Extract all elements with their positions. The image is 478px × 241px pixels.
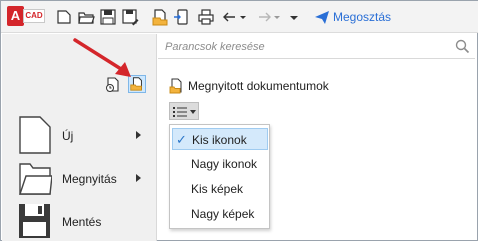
send-icon[interactable] [313, 8, 331, 26]
menu-item-small-images[interactable]: Kis képek [172, 178, 268, 200]
new-file-icon[interactable] [55, 8, 73, 26]
menu-item-small-icons[interactable]: ✓ Kis ikonok [172, 128, 268, 150]
floppy-disk-icon [19, 204, 50, 238]
view-mode-button[interactable] [169, 102, 199, 120]
annotation-arrow-icon [73, 38, 131, 77]
menu-item-label: Nagy képek [191, 207, 255, 221]
app-logo-letter: A [7, 6, 24, 26]
undo-dropdown-icon[interactable] [239, 8, 247, 26]
search-input[interactable] [158, 35, 448, 58]
chevron-down-icon [190, 110, 196, 114]
section-title: Megnyitott dokumentumok [188, 79, 329, 93]
sidebar-item-label: Új [62, 129, 74, 143]
print-icon[interactable] [197, 8, 215, 26]
redo-icon[interactable] [255, 8, 273, 26]
command-search [158, 35, 475, 59]
open-file-icon[interactable] [151, 8, 169, 26]
checkmark-icon: ✓ [176, 132, 187, 147]
submenu-arrow-icon [136, 131, 141, 139]
customize-toolbar-icon[interactable] [289, 8, 299, 26]
menu-item-label: Nagy ikonok [191, 157, 258, 171]
submenu-arrow-icon [136, 174, 141, 182]
sidebar-item-label: Megnyitás [62, 172, 117, 186]
application-window: A CAD Megosztás Új Megnyitás Mentés Para… [0, 0, 478, 241]
list-view-icon [173, 107, 187, 117]
save-as-icon[interactable] [121, 8, 139, 26]
open-documents-icon [169, 78, 182, 94]
menu-item-label: Kis képek [191, 182, 244, 196]
menu-item-large-icons[interactable]: Nagy ikonok [172, 153, 268, 175]
search-icon[interactable] [455, 39, 470, 54]
open-folder-icon[interactable] [77, 8, 95, 26]
share-phone-icon[interactable] [173, 8, 191, 26]
menu-item-large-images[interactable]: Nagy képek [172, 203, 268, 225]
sidebar-item-new[interactable]: Új [18, 115, 158, 155]
application-menu-button[interactable]: A CAD [7, 6, 45, 26]
sidebar-item-save[interactable]: Mentés [18, 201, 158, 241]
redo-dropdown-icon[interactable] [273, 8, 281, 26]
sidebar-item-label: Mentés [62, 215, 102, 229]
share-link[interactable]: Megosztás [333, 10, 391, 24]
quick-access-toolbar: A CAD Megosztás [1, 1, 478, 33]
folder-icon [19, 163, 52, 195]
menu-item-label: Kis ikonok [192, 133, 247, 147]
new-document-icon [19, 116, 51, 154]
view-mode-menu: ✓ Kis ikonok Nagy ikonok Kis képek Nagy … [169, 124, 270, 229]
save-icon[interactable] [99, 8, 117, 26]
sidebar-item-open[interactable]: Megnyitás [18, 158, 158, 198]
undo-icon[interactable] [221, 8, 239, 26]
app-logo-badge: CAD [23, 9, 45, 23]
